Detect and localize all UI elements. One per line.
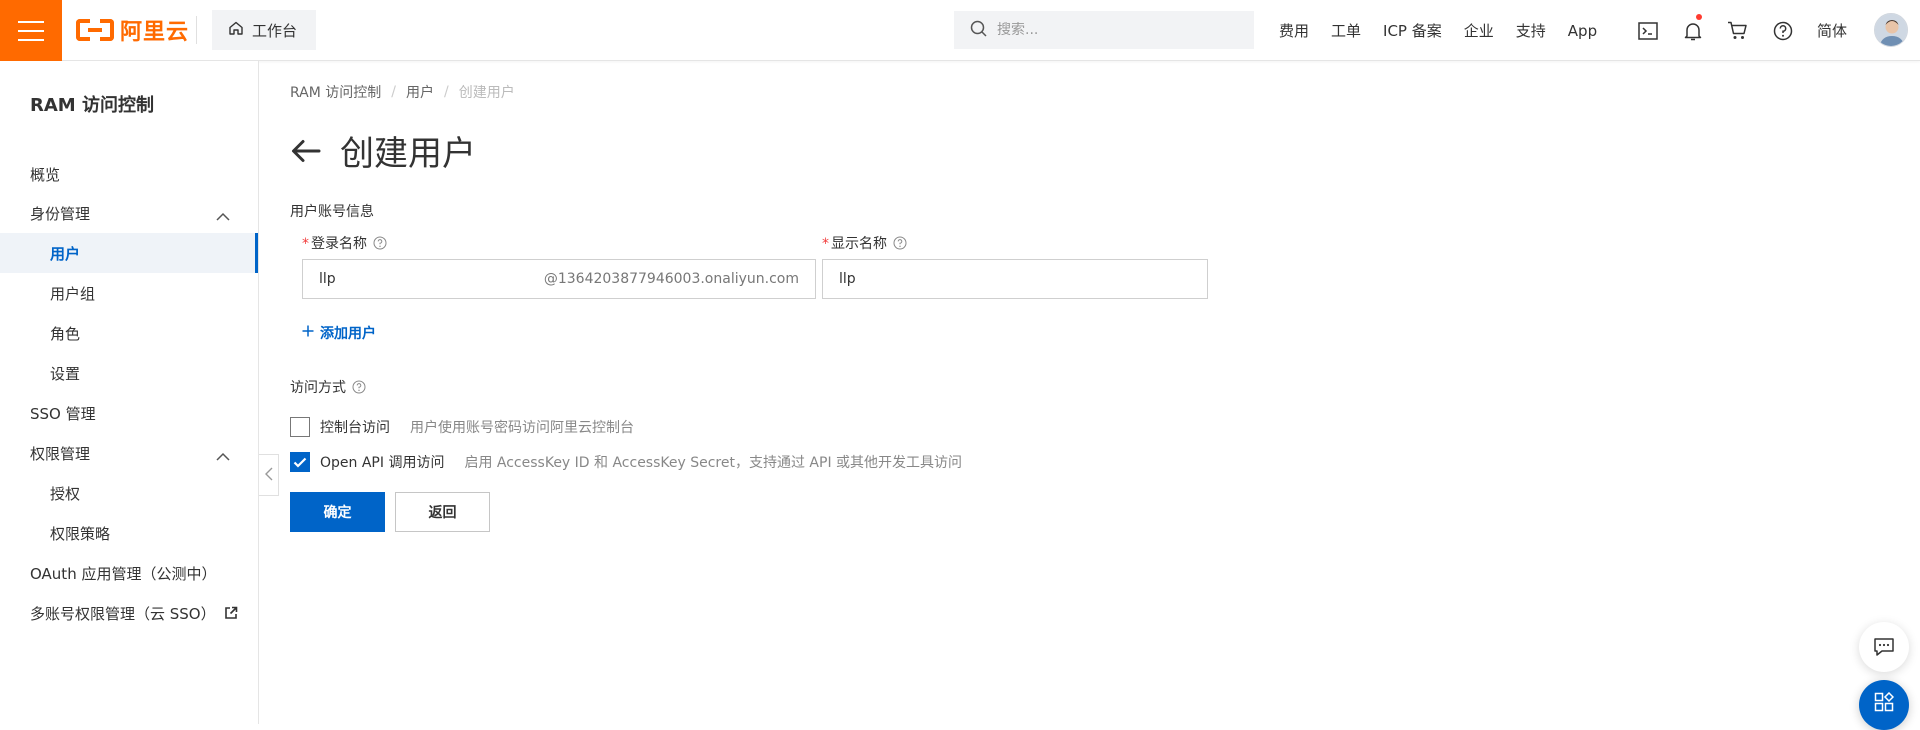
login-name-field: @1364203877946003.onaliyun.com bbox=[302, 259, 816, 299]
breadcrumb-current: 创建用户 bbox=[458, 85, 515, 101]
sidebar-item-label: 权限管理 bbox=[30, 444, 91, 463]
notification-dot bbox=[1696, 14, 1702, 20]
sidebar-title: RAM 访问控制 bbox=[30, 95, 154, 116]
display-name-label-text: 显示名称 bbox=[831, 236, 887, 252]
user-avatar[interactable] bbox=[1874, 13, 1908, 47]
sidebar-item-users[interactable]: 用户 bbox=[0, 233, 258, 273]
chevron-left-icon bbox=[264, 466, 273, 485]
feedback-chat-icon[interactable] bbox=[1859, 622, 1909, 672]
sidebar-item-label: 授权 bbox=[50, 484, 81, 503]
sidebar-item-label: 身份管理 bbox=[30, 204, 91, 223]
logo-text: 阿里云 bbox=[120, 20, 190, 45]
sidebar-item-label: 多账号权限管理（云 SSO） bbox=[30, 604, 216, 623]
menu-icon[interactable] bbox=[0, 0, 62, 61]
sidebar-collapse-handle[interactable] bbox=[259, 454, 279, 496]
access-method-label-text: 访问方式 bbox=[290, 380, 346, 396]
sidebar-item-settings[interactable]: 设置 bbox=[0, 353, 258, 393]
help-icon[interactable] bbox=[893, 236, 907, 250]
aliyun-logo[interactable]: 阿里云 bbox=[76, 14, 189, 46]
console-access-checkbox[interactable] bbox=[290, 417, 310, 437]
nav-enterprise[interactable]: 企业 bbox=[1464, 20, 1494, 41]
sidebar-item-label: 用户组 bbox=[50, 284, 96, 303]
sidebar-item-label: 用户 bbox=[50, 244, 81, 263]
breadcrumb: RAM 访问控制 / 用户 / 创建用户 bbox=[290, 82, 515, 102]
breadcrumb-separator: / bbox=[391, 84, 396, 100]
sidebar-item-label: OAuth 应用管理（公测中） bbox=[30, 564, 217, 583]
login-name-label-text: 登录名称 bbox=[311, 236, 367, 252]
display-name-label: * 显示名称 bbox=[822, 233, 907, 253]
top-nav-icons bbox=[1625, 0, 1805, 61]
workbench-label: 工作台 bbox=[252, 21, 298, 40]
openapi-access-option: Open API 调用访问 启用 AccessKey ID 和 AccessKe… bbox=[290, 452, 962, 472]
workbench-button[interactable]: 工作台 bbox=[212, 10, 316, 50]
sidebar-item-sso[interactable]: SSO 管理 bbox=[0, 393, 258, 433]
sidebar-item-roles[interactable]: 角色 bbox=[0, 313, 258, 353]
page-header: 创建用户 bbox=[290, 126, 476, 175]
confirm-button[interactable]: 确定 bbox=[290, 492, 385, 532]
section-account-info: 用户账号信息 bbox=[290, 204, 374, 220]
logo-divider bbox=[196, 16, 197, 44]
top-navigation-bar: 阿里云 工作台 费用 工单 ICP 备案 企业 支持 App bbox=[0, 0, 1920, 61]
sidebar-item-user-groups[interactable]: 用户组 bbox=[0, 273, 258, 313]
sidebar: RAM 访问控制 概览 身份管理 用户 用户组 角色 设置 SSO 管理 权限管… bbox=[0, 61, 259, 724]
chevron-up-icon bbox=[216, 447, 230, 465]
bell-icon[interactable] bbox=[1670, 0, 1715, 61]
sidebar-item-permission-management[interactable]: 权限管理 bbox=[0, 433, 258, 473]
sidebar-item-label: 角色 bbox=[50, 324, 81, 343]
openapi-access-description: 启用 AccessKey ID 和 AccessKey Secret，支持通过 … bbox=[464, 455, 963, 471]
top-nav-links: 费用 工单 ICP 备案 企业 支持 App bbox=[1268, 0, 1608, 61]
global-search[interactable] bbox=[954, 11, 1254, 49]
nav-icp[interactable]: ICP 备案 bbox=[1383, 20, 1442, 41]
help-icon[interactable] bbox=[352, 380, 366, 394]
openapi-access-checkbox[interactable] bbox=[290, 452, 310, 472]
breadcrumb-users[interactable]: 用户 bbox=[406, 82, 434, 102]
help-circle-icon[interactable] bbox=[1760, 0, 1805, 61]
page-title: 创建用户 bbox=[340, 134, 476, 174]
add-user-label: 添加用户 bbox=[320, 326, 376, 342]
add-user-button[interactable]: 添加用户 bbox=[302, 323, 376, 343]
sidebar-item-label: 概览 bbox=[30, 165, 61, 184]
chevron-up-icon bbox=[216, 207, 230, 225]
terminal-icon[interactable] bbox=[1625, 0, 1670, 61]
console-access-label[interactable]: 控制台访问 bbox=[320, 417, 390, 437]
nav-billing[interactable]: 费用 bbox=[1279, 20, 1309, 41]
help-icon[interactable] bbox=[373, 236, 387, 250]
sidebar-item-label: 设置 bbox=[50, 364, 81, 383]
breadcrumb-separator: / bbox=[444, 84, 449, 100]
search-icon bbox=[970, 20, 987, 41]
apps-grid-icon[interactable] bbox=[1859, 680, 1909, 730]
cart-icon[interactable] bbox=[1715, 0, 1760, 61]
sidebar-item-label: SSO 管理 bbox=[30, 404, 96, 423]
display-name-input[interactable] bbox=[839, 271, 1191, 287]
nav-support[interactable]: 支持 bbox=[1516, 20, 1546, 41]
sidebar-item-cloud-sso[interactable]: 多账号权限管理（云 SSO） bbox=[0, 593, 258, 633]
plus-icon bbox=[302, 325, 314, 341]
search-input[interactable] bbox=[997, 22, 1237, 38]
breadcrumb-ram[interactable]: RAM 访问控制 bbox=[290, 82, 381, 102]
external-link-icon bbox=[224, 606, 238, 620]
display-name-field bbox=[822, 259, 1208, 299]
login-name-label: * 登录名称 bbox=[302, 233, 387, 253]
sidebar-item-policies[interactable]: 权限策略 bbox=[0, 513, 258, 553]
sidebar-item-oauth-apps[interactable]: OAuth 应用管理（公测中） bbox=[0, 553, 258, 593]
required-asterisk: * bbox=[822, 236, 829, 252]
back-arrow-icon[interactable] bbox=[290, 135, 322, 167]
console-access-option: 控制台访问 用户使用账号密码访问阿里云控制台 bbox=[290, 417, 634, 437]
home-icon bbox=[228, 20, 244, 40]
login-name-domain-suffix: @1364203877946003.onaliyun.com bbox=[543, 271, 799, 287]
login-name-input[interactable] bbox=[319, 271, 544, 287]
back-button[interactable]: 返回 bbox=[395, 492, 490, 532]
sidebar-item-grants[interactable]: 授权 bbox=[0, 473, 258, 513]
nav-app[interactable]: App bbox=[1568, 22, 1597, 40]
language-switch[interactable]: 简体 bbox=[1817, 0, 1847, 61]
sidebar-item-overview[interactable]: 概览 bbox=[0, 154, 258, 194]
required-asterisk: * bbox=[302, 236, 309, 252]
sidebar-item-identity-management[interactable]: 身份管理 bbox=[0, 193, 258, 233]
sidebar-item-label: 权限策略 bbox=[50, 524, 111, 543]
openapi-access-label[interactable]: Open API 调用访问 bbox=[320, 452, 444, 472]
nav-tickets[interactable]: 工单 bbox=[1331, 20, 1361, 41]
console-access-description: 用户使用账号密码访问阿里云控制台 bbox=[410, 420, 634, 436]
access-method-label: 访问方式 bbox=[290, 377, 366, 397]
aliyun-logo-mark bbox=[76, 19, 114, 41]
